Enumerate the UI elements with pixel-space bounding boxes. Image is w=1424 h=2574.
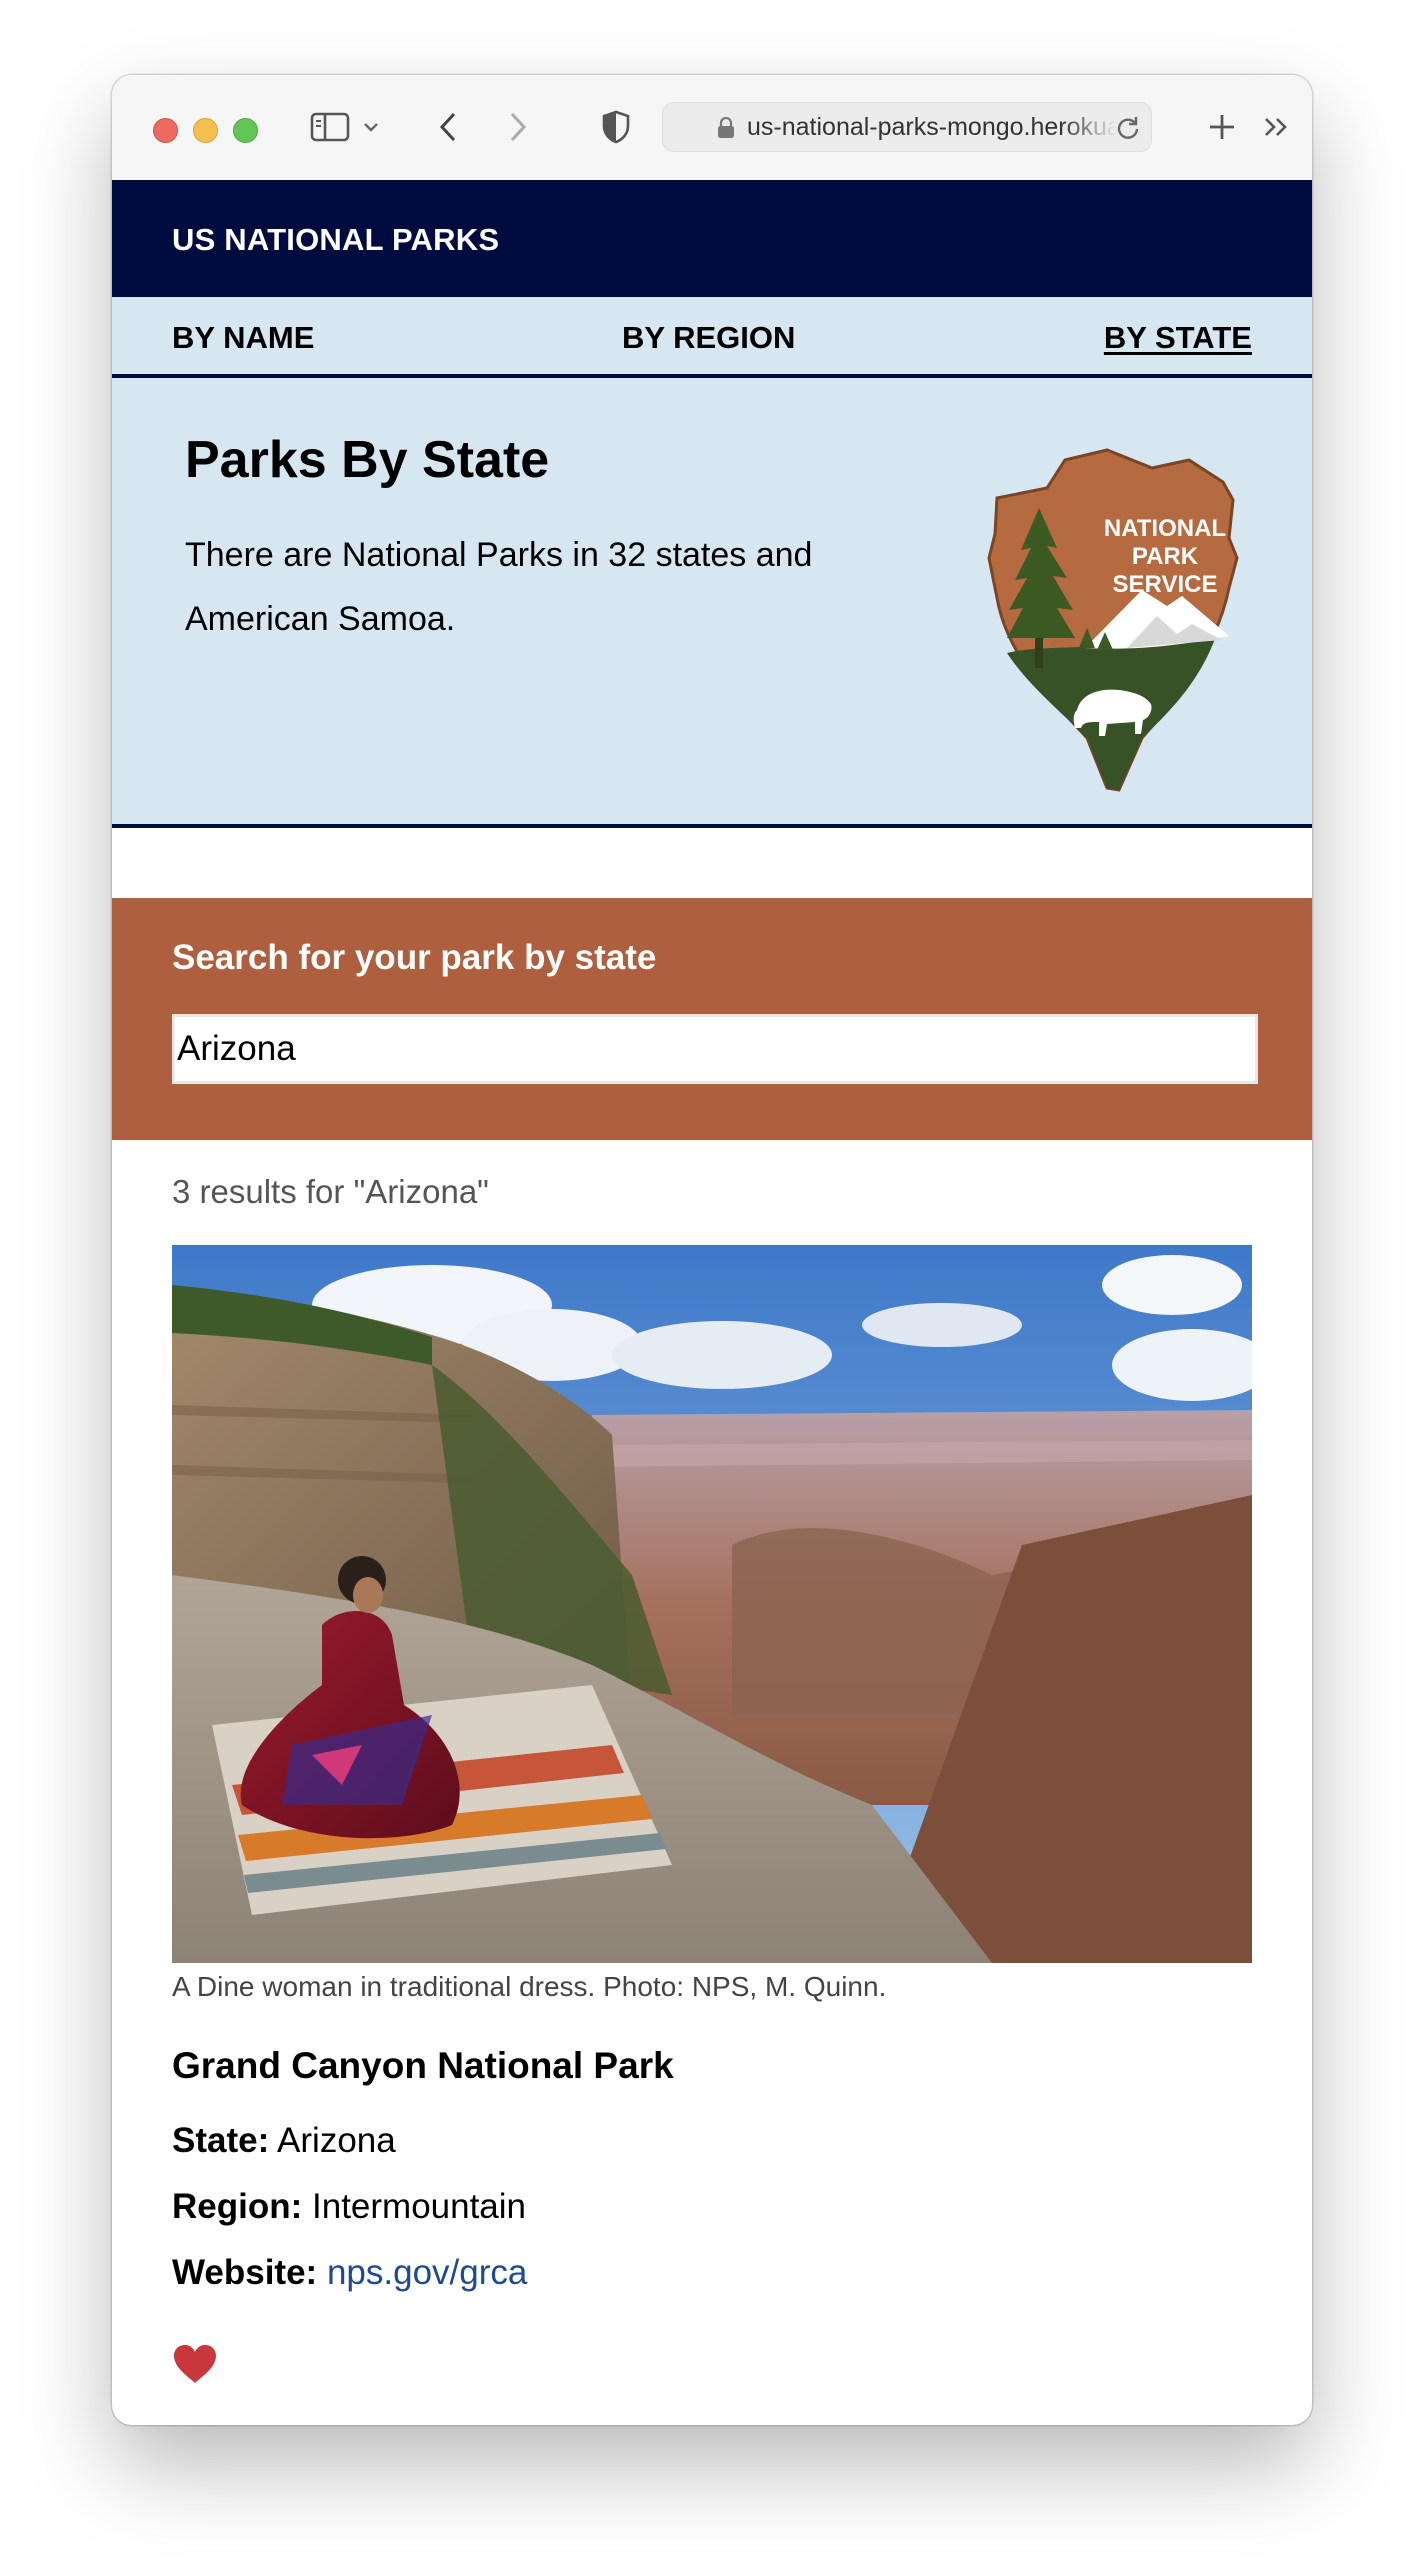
url-text: us-national-parks-mongo.herokuapp.com [747,113,1117,141]
heart-icon[interactable] [172,2343,218,2390]
chevron-down-icon[interactable] [358,105,384,149]
park-state: State: Arizona [172,2121,396,2161]
state-search-input[interactable] [172,1014,1258,1084]
site-title[interactable]: US NATIONAL PARKS [172,222,499,258]
nav-by-name[interactable]: BY NAME [172,320,314,356]
address-bar[interactable]: us-national-parks-mongo.herokuapp.com [662,102,1152,152]
nps-arrowhead-logo: NATIONAL PARK SERVICE [987,448,1239,792]
close-window-button[interactable] [153,118,178,143]
minimize-window-button[interactable] [193,118,218,143]
park-name: Grand Canyon National Park [172,2045,674,2086]
browser-window: us-national-parks-mongo.herokuapp.com US… [112,75,1312,2425]
main-nav: BY NAME BY REGION BY STATE [112,297,1312,378]
tab-overflow-icon[interactable] [1258,105,1294,149]
photo-caption: A Dine woman in traditional dress. Photo… [172,1971,887,2002]
shield-icon[interactable] [596,105,636,149]
park-photo [172,1245,1252,1963]
region-value: Intermountain [312,2187,527,2226]
website-link[interactable]: nps.gov/grca [327,2253,527,2292]
search-label: Search for your park by state [172,938,657,977]
browser-toolbar: us-national-parks-mongo.herokuapp.com [112,75,1312,181]
region-label: Region: [172,2187,303,2226]
nav-by-region[interactable]: BY REGION [622,320,795,356]
back-icon[interactable] [428,105,468,149]
svg-text:SERVICE: SERVICE [1113,571,1218,598]
sidebar-icon[interactable] [308,105,352,149]
state-value: Arizona [277,2121,396,2160]
lock-icon [717,116,735,146]
page-title: Parks By State [185,431,550,489]
search-panel: Search for your park by state [112,898,1312,1140]
zoom-window-button[interactable] [233,118,258,143]
park-website: Website: nps.gov/grca [172,2253,527,2293]
svg-text:NATIONAL: NATIONAL [1104,515,1226,542]
website-label: Website: [172,2253,318,2292]
forward-icon[interactable] [498,105,538,149]
hero-section: Parks By State There are National Parks … [112,378,1312,828]
svg-text:PARK: PARK [1132,543,1199,570]
page-description: There are National Parks in 32 states an… [185,536,813,638]
results-count: 3 results for "Arizona" [172,1173,489,1210]
nav-by-state[interactable]: BY STATE [1104,320,1252,356]
site-header: US NATIONAL PARKS [112,180,1312,297]
state-label: State: [172,2121,270,2160]
reload-icon[interactable] [1115,115,1141,148]
park-region: Region: Intermountain [172,2187,526,2227]
new-tab-icon[interactable] [1202,105,1242,149]
